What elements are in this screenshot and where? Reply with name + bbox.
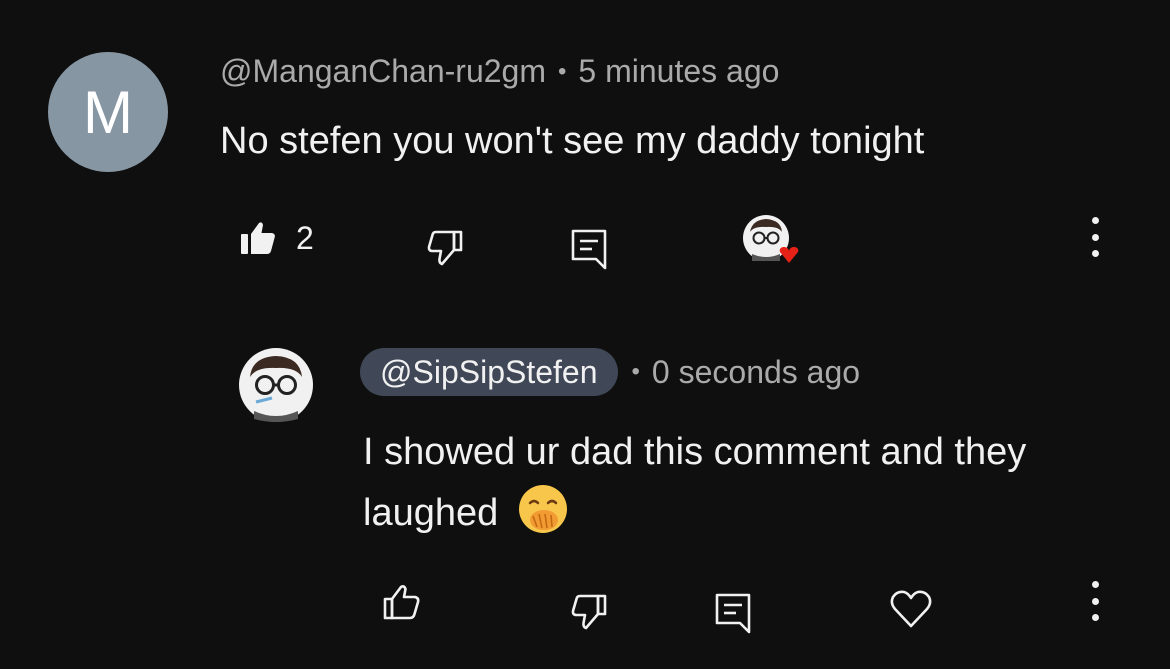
reply-more-options-button[interactable] — [1085, 581, 1105, 621]
reply-timestamp[interactable]: 0 seconds ago — [652, 354, 860, 391]
more-options-button[interactable] — [1085, 217, 1105, 257]
dislike-button[interactable] — [424, 228, 464, 268]
thumbs-up-filled-icon — [238, 218, 278, 258]
commenter-avatar[interactable]: M — [48, 52, 168, 172]
comment-timestamp[interactable]: 5 minutes ago — [578, 53, 779, 90]
heart-icon — [889, 589, 933, 629]
more-vert-icon — [1091, 217, 1099, 224]
comment-author[interactable]: @ManganChan-ru2gm — [220, 53, 546, 90]
reply-text-content: I showed ur dad this comment and they la… — [363, 431, 1027, 534]
thumbs-down-icon — [568, 592, 608, 632]
reply-icon — [570, 228, 610, 270]
reply-button[interactable] — [570, 228, 610, 270]
reply-icon — [714, 592, 754, 634]
reply-meta: @SipSipStefen • 0 seconds ago — [360, 348, 860, 396]
reply-heart-button[interactable] — [889, 589, 933, 629]
reply-dislike-button[interactable] — [568, 592, 608, 632]
reply-avatar[interactable] — [238, 347, 314, 423]
like-button[interactable]: 2 — [238, 218, 314, 258]
reply-reply-button[interactable] — [714, 592, 754, 634]
reply-like-button[interactable] — [382, 582, 422, 622]
thumbs-down-icon — [424, 228, 464, 268]
more-vert-icon — [1091, 581, 1099, 588]
comment-thread: M @ManganChan-ru2gm • 5 minutes ago No s… — [0, 0, 1170, 669]
comment-text: No stefen you won't see my daddy tonight — [220, 120, 925, 162]
reply-text: I showed ur dad this comment and they la… — [363, 422, 1083, 544]
creator-heart-badge — [742, 214, 799, 264]
like-count: 2 — [296, 219, 314, 256]
face-with-hand-over-mouth-icon — [517, 483, 569, 535]
meta-separator: • — [557, 57, 567, 85]
reply-author-chip[interactable]: @SipSipStefen — [360, 348, 618, 396]
thumbs-up-icon — [382, 582, 422, 622]
comment-meta: @ManganChan-ru2gm • 5 minutes ago — [220, 53, 779, 90]
meta-separator: • — [631, 358, 640, 385]
